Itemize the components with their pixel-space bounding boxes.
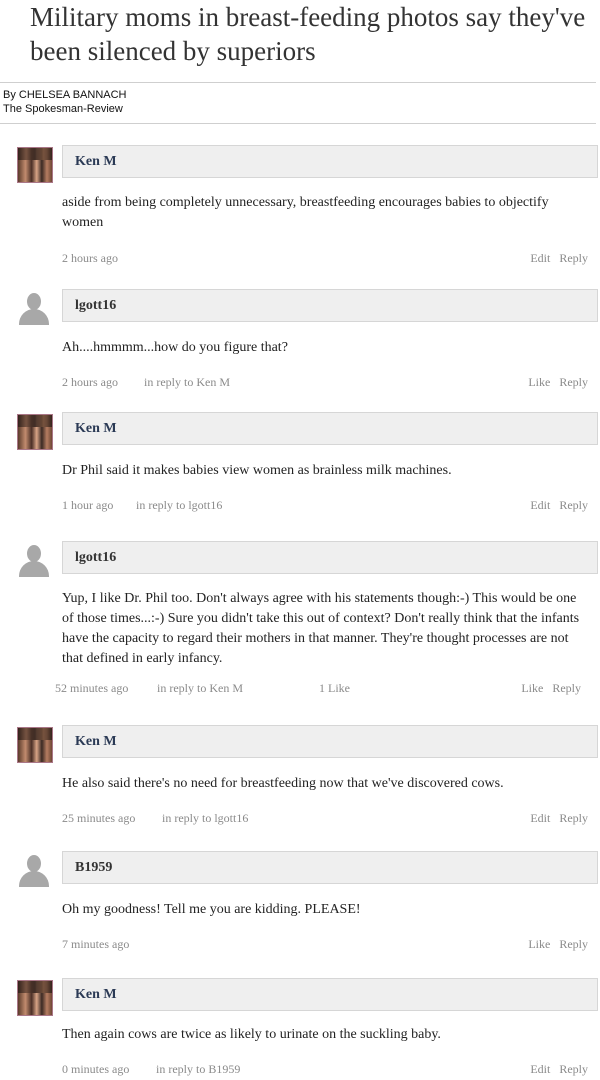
comment-header: Ken M <box>62 412 598 445</box>
comment-actions: Like Reply <box>519 375 588 390</box>
comment-actions: Edit Reply <box>521 811 588 826</box>
title-divider <box>0 82 596 83</box>
comment-actions: Like Reply <box>519 937 588 952</box>
like-button[interactable]: Like <box>528 937 550 951</box>
in-reply-to-link[interactable]: in reply to Ken M <box>144 375 230 390</box>
edit-button[interactable]: Edit <box>530 498 550 512</box>
photo-avatar[interactable] <box>17 147 53 183</box>
comment-meta: 7 minutes ago Like Reply <box>62 937 588 955</box>
comment-timestamp[interactable]: 7 minutes ago <box>62 937 129 952</box>
reply-button[interactable]: Reply <box>552 681 581 695</box>
generic-user-icon[interactable] <box>17 291 51 325</box>
comment-text: Dr Phil said it makes babies view women … <box>62 463 452 478</box>
edit-button[interactable]: Edit <box>530 1062 550 1076</box>
article-title: Military moms in breast-feeding photos s… <box>30 2 586 66</box>
comment-text: Then again cows are twice as likely to u… <box>62 1027 441 1042</box>
comment-header: lgott16 <box>62 541 598 574</box>
in-reply-to-link[interactable]: in reply to lgott16 <box>162 811 248 826</box>
comment-meta: 2 hours ago Edit Reply <box>62 251 588 269</box>
comment-header: Ken M <box>62 725 598 758</box>
byline: By CHELSEA BANNACH The Spokesman-Review <box>3 88 126 116</box>
byline-divider <box>0 123 596 124</box>
photo-avatar[interactable] <box>17 414 53 450</box>
comment-author[interactable]: Ken M <box>75 734 117 750</box>
comment-header: Ken M <box>62 145 598 178</box>
comment-author[interactable]: B1959 <box>75 860 112 876</box>
comment-text: Ah....hmmmm...how do you figure that? <box>62 340 288 355</box>
comment-timestamp[interactable]: 2 hours ago <box>62 251 118 266</box>
edit-button[interactable]: Edit <box>530 251 550 265</box>
reply-button[interactable]: Reply <box>559 375 588 389</box>
in-reply-to-link[interactable]: in reply to lgott16 <box>136 498 222 513</box>
like-button[interactable]: Like <box>521 681 543 695</box>
comment-header: lgott16 <box>62 289 598 322</box>
generic-user-icon[interactable] <box>17 543 51 577</box>
edit-button[interactable]: Edit <box>530 811 550 825</box>
comment-timestamp[interactable]: 0 minutes ago <box>62 1062 129 1077</box>
comment-timestamp[interactable]: 25 minutes ago <box>62 811 135 826</box>
reply-button[interactable]: Reply <box>559 498 588 512</box>
photo-avatar[interactable] <box>17 980 53 1016</box>
comment-actions: Edit Reply <box>521 498 588 513</box>
in-reply-to-link[interactable]: in reply to Ken M <box>157 681 243 696</box>
reply-button[interactable]: Reply <box>559 1062 588 1076</box>
comment-author[interactable]: lgott16 <box>75 550 116 566</box>
comment-text: Yup, I like Dr. Phil too. Don't always a… <box>62 591 580 666</box>
byline-source: The Spokesman-Review <box>3 103 123 115</box>
photo-avatar[interactable] <box>17 727 53 763</box>
generic-user-icon[interactable] <box>17 853 51 887</box>
comment-actions: Edit Reply <box>521 1062 588 1077</box>
in-reply-to-link[interactable]: in reply to B1959 <box>156 1062 240 1077</box>
comment-meta: 1 hour ago in reply to lgott16 Edit Reply <box>62 498 588 516</box>
comment-text: Oh my goodness! Tell me you are kidding.… <box>62 902 361 917</box>
comment-meta: 2 hours ago in reply to Ken M Like Reply <box>62 375 588 393</box>
byline-author: By CHELSEA BANNACH <box>3 89 127 101</box>
comment-meta: 25 minutes ago in reply to lgott16 Edit R… <box>62 811 588 829</box>
comment-timestamp[interactable]: 2 hours ago <box>62 375 118 390</box>
comment-meta: 52 minutes ago in reply to Ken M 1 Like … <box>55 681 581 699</box>
reply-button[interactable]: Reply <box>559 937 588 951</box>
reply-button[interactable]: Reply <box>559 811 588 825</box>
comment-author[interactable]: lgott16 <box>75 298 116 314</box>
comment-header: B1959 <box>62 851 598 884</box>
comment-actions: Like Reply <box>512 681 581 696</box>
comment-author[interactable]: Ken M <box>75 987 117 1003</box>
comment-meta: 0 minutes ago in reply to B1959 Edit Repl… <box>62 1062 588 1080</box>
comment-text: He also said there's no need for breastf… <box>62 776 504 791</box>
comment-author[interactable]: Ken M <box>75 154 117 170</box>
like-button[interactable]: Like <box>528 375 550 389</box>
comment-actions: Edit Reply <box>521 251 588 266</box>
comment-author[interactable]: Ken M <box>75 421 117 437</box>
like-count[interactable]: 1 Like <box>319 681 350 696</box>
reply-button[interactable]: Reply <box>559 251 588 265</box>
comment-timestamp[interactable]: 52 minutes ago <box>55 681 128 696</box>
comment-text: aside from being completely unnecessary,… <box>62 195 549 230</box>
comment-header: Ken M <box>62 978 598 1011</box>
comment-timestamp[interactable]: 1 hour ago <box>62 498 113 513</box>
